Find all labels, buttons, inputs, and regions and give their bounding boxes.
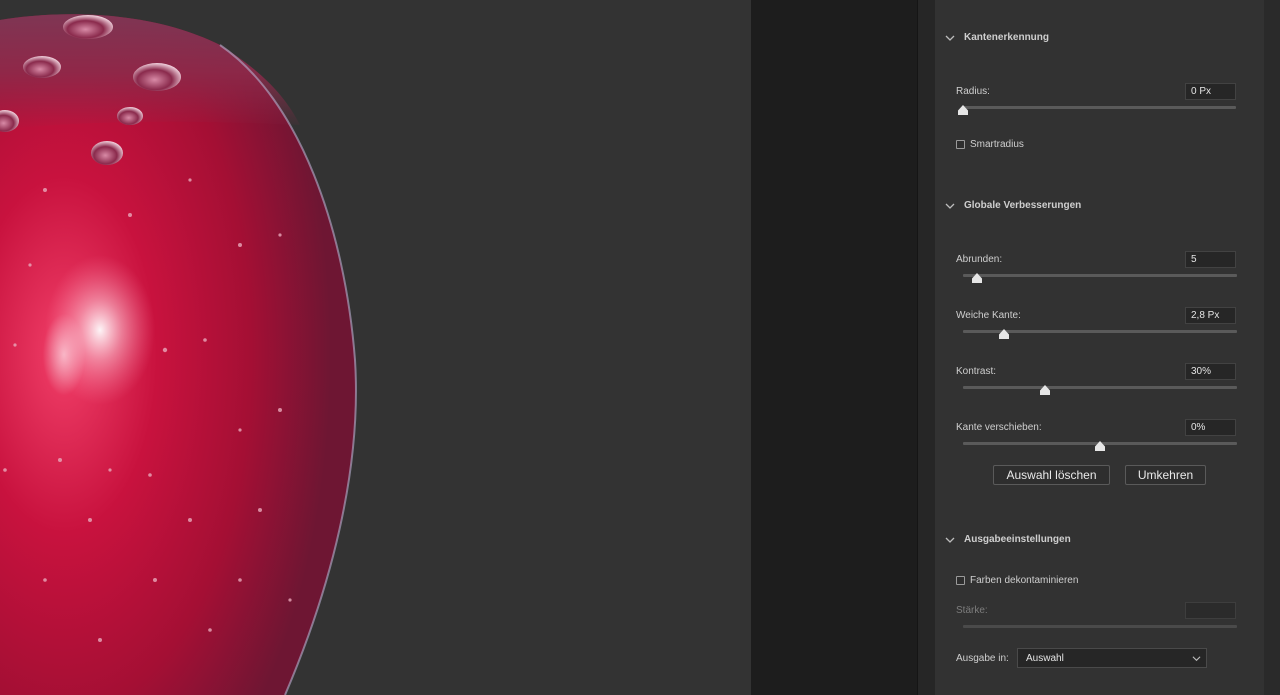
panel-divider[interactable] — [917, 0, 934, 695]
app-window: Kantenerkennung Radius: 0 Px Smartradius… — [0, 0, 1280, 695]
amount-slider-track[interactable] — [963, 625, 1237, 628]
section-title: Globale Verbesserungen — [964, 200, 1082, 211]
smooth-slider-track[interactable] — [963, 274, 1237, 277]
smooth-label: Abrunden: — [956, 254, 1003, 265]
document-canvas[interactable] — [0, 0, 751, 695]
radius-slider-track[interactable] — [962, 106, 1236, 109]
smart-radius-label: Smartradius — [970, 139, 1024, 150]
chevron-down-icon — [945, 537, 955, 543]
section-header-global-refinements[interactable]: Globale Verbesserungen — [945, 200, 1081, 211]
decontaminate-colors-checkbox[interactable]: Farben dekontaminieren — [956, 575, 1078, 586]
amount-label: Stärke: — [956, 605, 988, 616]
section-header-edge-detection[interactable]: Kantenerkennung — [945, 32, 1049, 43]
feather-label: Weiche Kante: — [956, 310, 1021, 321]
section-header-output-settings[interactable]: Ausgabeeinstellungen — [945, 534, 1071, 545]
checkbox-box[interactable] — [956, 140, 965, 149]
properties-panel: Kantenerkennung Radius: 0 Px Smartradius… — [934, 0, 1264, 695]
contrast-input[interactable]: 30% — [1185, 363, 1236, 380]
smooth-input[interactable]: 5 — [1185, 251, 1236, 268]
chevron-down-icon — [945, 203, 955, 209]
invert-button[interactable]: Umkehren — [1125, 465, 1206, 485]
radius-label: Radius: — [956, 86, 990, 97]
apple-image — [0, 14, 357, 695]
output-to-value: Auswahl — [1026, 652, 1064, 664]
decontaminate-colors-label: Farben dekontaminieren — [970, 575, 1079, 586]
smart-radius-checkbox[interactable]: Smartradius — [956, 139, 1024, 150]
clear-selection-button[interactable]: Auswahl löschen — [993, 465, 1110, 485]
chevron-down-icon — [1192, 656, 1201, 662]
amount-input[interactable] — [1185, 602, 1236, 619]
contrast-label: Kontrast: — [956, 366, 997, 377]
section-title: Ausgabeeinstellungen — [964, 534, 1071, 545]
section-title: Kantenerkennung — [964, 32, 1050, 43]
output-to-select[interactable]: Auswahl — [1017, 648, 1207, 668]
shift-edge-label: Kante verschieben: — [956, 422, 1042, 433]
contrast-slider-track[interactable] — [963, 386, 1237, 389]
chevron-down-icon — [945, 35, 955, 41]
radius-input[interactable]: 0 Px — [1185, 83, 1236, 100]
panel-scrollbar[interactable] — [1264, 0, 1280, 695]
canvas-gutter — [751, 0, 917, 695]
feather-input[interactable]: 2,8 Px — [1185, 307, 1236, 324]
shift-edge-input[interactable]: 0% — [1185, 419, 1236, 436]
output-to-label: Ausgabe in: — [956, 653, 1009, 664]
checkbox-box[interactable] — [956, 576, 965, 585]
